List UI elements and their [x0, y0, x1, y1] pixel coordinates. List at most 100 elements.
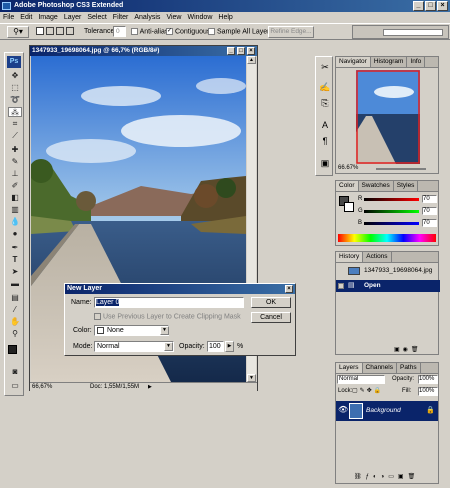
status-arrow-icon[interactable]: ▶: [148, 383, 152, 392]
b-slider[interactable]: [364, 222, 419, 225]
mode-dropdown-icon[interactable]: ▼: [164, 342, 173, 351]
clone-source-icon[interactable]: ⎘: [319, 97, 331, 109]
subtract-selection-icon[interactable]: [56, 27, 64, 35]
dialog-opacity-input[interactable]: 100: [207, 341, 224, 352]
tab-actions[interactable]: Actions: [363, 252, 392, 262]
eyedropper-tool-icon[interactable]: ⁄: [8, 305, 22, 315]
new-selection-icon[interactable]: [36, 27, 44, 35]
blend-mode-dropdown[interactable]: Normal ▼: [94, 341, 174, 352]
menu-window[interactable]: Window: [184, 12, 215, 23]
anti-alias-checkbox[interactable]: Anti-alias: [131, 28, 168, 35]
sample-all-layers-checkbox[interactable]: Sample All Layers: [208, 28, 273, 35]
minimize-button[interactable]: _: [413, 1, 424, 11]
menu-help[interactable]: Help: [215, 12, 235, 23]
close-button[interactable]: ×: [437, 1, 448, 11]
navigator-zoom[interactable]: 66.67%: [338, 165, 358, 171]
navigator-preview[interactable]: [356, 70, 420, 164]
tolerance-input[interactable]: 0: [113, 26, 126, 37]
magic-wand-tool-icon[interactable]: ⁂: [8, 107, 22, 117]
doc-minimize-button[interactable]: _: [227, 47, 235, 55]
paragraph-icon[interactable]: ¶: [319, 135, 331, 147]
clone-stamp-icon[interactable]: ⊥: [8, 169, 22, 179]
tab-history[interactable]: History: [336, 252, 364, 262]
fill-field[interactable]: 100%: [418, 387, 438, 396]
b-value-field[interactable]: 70: [422, 219, 437, 227]
g-value-field[interactable]: 70: [422, 207, 437, 215]
character-icon[interactable]: A: [319, 119, 331, 131]
notes-tool-icon[interactable]: ▤: [8, 293, 22, 303]
zoom-level[interactable]: 66,67%: [32, 383, 52, 392]
brushes-icon[interactable]: ✍: [319, 81, 331, 93]
new-layer-icon[interactable]: ▣: [398, 474, 408, 480]
g-slider[interactable]: [364, 210, 419, 213]
tab-info[interactable]: Info: [407, 57, 426, 67]
tab-styles[interactable]: Styles: [394, 181, 419, 191]
slice-tool-icon[interactable]: ⟋: [8, 131, 22, 141]
type-tool-icon[interactable]: T: [8, 255, 22, 265]
clipping-mask-box[interactable]: [94, 313, 101, 320]
crop-tool-icon[interactable]: ⌗: [8, 119, 22, 129]
r-value-field[interactable]: 70: [422, 195, 437, 203]
foreground-color-swatch[interactable]: [8, 345, 17, 354]
tab-histogram[interactable]: Histogram: [371, 57, 408, 67]
opacity-slider-arrow-icon[interactable]: ▶: [225, 341, 234, 352]
tab-color[interactable]: Color: [336, 181, 359, 191]
scroll-up-icon[interactable]: ▲: [247, 56, 256, 64]
group-icon[interactable]: ▭: [388, 474, 398, 480]
lasso-tool-icon[interactable]: ➰: [8, 95, 22, 105]
pen-tool-icon[interactable]: ✒: [8, 243, 22, 253]
link-icon[interactable]: ⛓: [354, 474, 366, 480]
layer-visibility-eye-icon[interactable]: 👁: [338, 405, 348, 414]
tab-swatches[interactable]: Swatches: [359, 181, 394, 191]
marquee-tool-icon[interactable]: ⬚: [8, 83, 22, 93]
healing-brush-icon[interactable]: ✚: [8, 145, 22, 155]
add-selection-icon[interactable]: [46, 27, 54, 35]
refine-edge-button[interactable]: Refine Edge...: [268, 26, 314, 38]
contiguous-checkbox[interactable]: ✓ Contiguous: [166, 28, 210, 35]
doc-close-button[interactable]: ×: [247, 47, 255, 55]
clipping-mask-checkbox[interactable]: Use Previous Layer to Create Clipping Ma…: [94, 313, 241, 320]
maximize-button[interactable]: □: [425, 1, 436, 11]
dodge-tool-icon[interactable]: ●: [8, 229, 22, 239]
tab-navigator[interactable]: Navigator: [336, 57, 371, 67]
history-trash-icon[interactable]: 🗑: [411, 347, 422, 353]
trash-icon[interactable]: 🗑: [408, 474, 420, 480]
ok-button[interactable]: OK: [251, 297, 291, 308]
brush-tool-icon[interactable]: ✎: [8, 157, 22, 167]
fx-icon[interactable]: ƒ: [366, 474, 373, 480]
history-item[interactable]: ▤ Open: [336, 280, 440, 292]
tab-layers[interactable]: Layers: [336, 363, 363, 373]
history-brush-icon[interactable]: ✐: [8, 181, 22, 191]
menu-edit[interactable]: Edit: [17, 12, 35, 23]
sample-all-box[interactable]: [208, 28, 215, 35]
layer-name-input[interactable]: Layer 0: [94, 297, 244, 308]
anti-alias-box[interactable]: [131, 28, 138, 35]
cancel-button[interactable]: Cancel: [251, 312, 291, 323]
brushes-well-icon[interactable]: [383, 29, 443, 36]
menu-select[interactable]: Select: [84, 12, 109, 23]
new-document-icon[interactable]: ▣: [394, 347, 403, 353]
zoom-tool-icon[interactable]: ⚲: [8, 329, 22, 339]
color-dropdown-icon[interactable]: ▼: [160, 326, 169, 335]
lock-icons[interactable]: ▢✎✥🔒: [352, 387, 383, 394]
move-tool-icon[interactable]: ✥: [8, 71, 22, 81]
eraser-tool-icon[interactable]: ◧: [8, 193, 22, 203]
dialog-close-button[interactable]: ×: [285, 285, 293, 293]
menu-file[interactable]: File: [0, 12, 17, 23]
navigator-zoom-slider[interactable]: [376, 168, 426, 170]
layer-color-select[interactable]: None ▼: [94, 325, 169, 336]
blur-tool-icon[interactable]: 💧: [8, 217, 22, 227]
doc-maximize-button[interactable]: □: [237, 47, 245, 55]
hand-tool-icon[interactable]: ✋: [8, 317, 22, 327]
menu-filter[interactable]: Filter: [110, 12, 132, 23]
menu-layer[interactable]: Layer: [61, 12, 85, 23]
contiguous-box[interactable]: ✓: [166, 28, 173, 35]
tab-paths[interactable]: Paths: [397, 363, 421, 373]
menu-analysis[interactable]: Analysis: [131, 12, 163, 23]
r-slider[interactable]: [364, 198, 419, 201]
intersect-selection-icon[interactable]: [66, 27, 74, 35]
new-snapshot-icon[interactable]: ◉: [403, 347, 411, 353]
layer-comps-icon[interactable]: ▣: [319, 157, 331, 169]
tab-channels[interactable]: Channels: [363, 363, 397, 373]
gradient-tool-icon[interactable]: ▥: [8, 205, 22, 215]
